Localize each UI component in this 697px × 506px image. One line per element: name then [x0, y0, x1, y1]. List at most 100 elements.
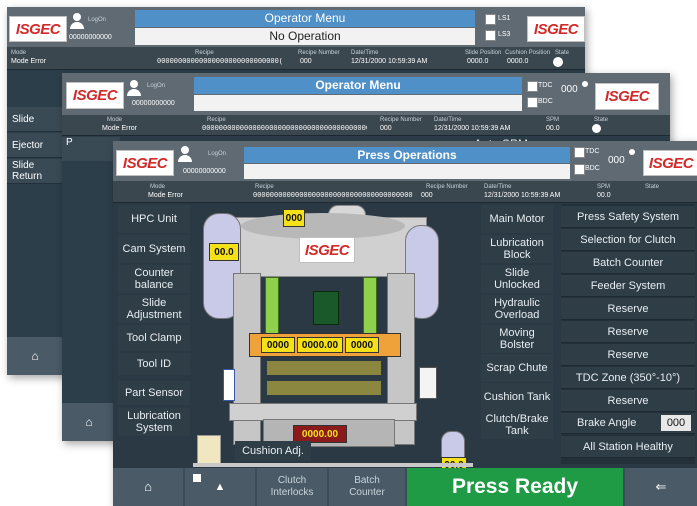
label-scrap-chute[interactable]: Scrap Chute [481, 354, 553, 382]
isgec-logo-right: ISGEC [527, 16, 585, 42]
sidebar-item-slide-return[interactable]: Slide Return [7, 159, 62, 184]
label-moving-bolster[interactable]: Moving Bolster [481, 325, 553, 353]
label-main-motor[interactable]: Main Motor [481, 205, 553, 233]
user-icon-body [178, 155, 192, 162]
label-slide-unlocked[interactable]: Slide Unlocked [481, 265, 553, 293]
label-clutch-brake-tank[interactable]: Clutch/Brake Tank [481, 411, 553, 439]
brake-angle-row: Brake Angle 000 [561, 413, 695, 434]
tdc-indicator [527, 81, 538, 92]
mode-label: Mode [150, 184, 166, 190]
mode-value: Mode Error [11, 58, 47, 65]
press-diagram: ISGEC 000 00.0 0000 0000.00 0000 0000.00… [193, 203, 479, 489]
mode-value: Mode Error [148, 192, 184, 199]
label-hpc-unit[interactable]: HPC Unit [118, 205, 190, 233]
label-slide-adjustment[interactable]: Slide Adjustment [118, 295, 190, 323]
datetime-label: Date/Time [351, 50, 379, 56]
state-label: State [594, 117, 609, 123]
reserve-button-3[interactable]: Reserve [561, 344, 695, 366]
recipe-number-label: Recipe Number [380, 117, 422, 123]
user-icon [181, 146, 189, 154]
logon-link[interactable]: LogOn [88, 17, 106, 24]
datetime-label: Date/Time [434, 117, 462, 123]
cycle-counter: 000 [608, 155, 625, 166]
lube-box [197, 435, 221, 465]
slide-mid-value: 0000.00 [297, 337, 343, 353]
label-tool-clamp[interactable]: Tool Clamp [118, 325, 190, 351]
recipe-number-label: Recipe Number [298, 50, 340, 56]
ls1-indicator [485, 14, 496, 25]
datetime-value: 12/31/2000 10:59:39 AM [484, 192, 561, 199]
operation-status [244, 164, 570, 179]
cushion-adjust-label[interactable]: Cushion Adj. [235, 441, 311, 461]
die-lower [267, 381, 381, 395]
alarm-button[interactable]: ▲ [185, 468, 255, 506]
logon-link[interactable]: LogOn [147, 83, 165, 90]
home-button[interactable]: ⌂ [113, 468, 183, 506]
flywheel [241, 213, 405, 239]
ls1-label: LS1 [498, 15, 511, 22]
label-counter-balance[interactable]: Counter balance [118, 265, 190, 293]
spm-value: 00.0 [546, 125, 560, 132]
alarm-indicator [193, 474, 201, 482]
slide-right-value: 0000 [345, 337, 379, 353]
brake-angle-label: Brake Angle [577, 417, 637, 429]
connecting-rod [313, 291, 339, 325]
recipe-label: Recipe [207, 117, 226, 123]
label-lubrication-system[interactable]: Lubrication System [118, 408, 190, 436]
label-lubrication-block[interactable]: Lubrication Block [481, 235, 553, 263]
label-cushion-tank[interactable]: Cushion Tank [481, 383, 553, 411]
part-sensor-box [223, 369, 235, 401]
sidebar-item-ejector[interactable]: Ejector [7, 133, 62, 158]
back-button[interactable]: ⇐ [625, 468, 697, 506]
mode-label: Mode [107, 117, 123, 123]
recipe-number-value: 000 [300, 58, 312, 65]
operation-status: No Operation [135, 28, 475, 45]
spm-label: SPM [597, 184, 611, 190]
tdc-zone-button[interactable]: TDC Zone (350°-10°) [561, 367, 695, 389]
tdc-label: TDC [538, 82, 553, 89]
sidebar-item-slide[interactable]: Slide [7, 107, 62, 132]
reserve-button-2[interactable]: Reserve [561, 321, 695, 343]
clutch-interlocks-button[interactable]: Clutch Interlocks [257, 468, 327, 506]
home-button[interactable]: ⌂ [7, 337, 63, 375]
logon-link[interactable]: LogOn [208, 151, 226, 158]
sidebar-item-label: Slide [12, 113, 35, 125]
warning-icon: ▲ [214, 481, 226, 493]
datetime-label: Date/Time [484, 184, 512, 190]
label-tool-id[interactable]: Tool ID [118, 353, 190, 375]
recipe-value: 0000000000000000000000000000000000000000… [202, 125, 367, 133]
feeder-system-button[interactable]: Feeder System [561, 275, 695, 297]
slide-position-value: 0000.0 [467, 58, 489, 65]
label-cam-system[interactable]: Cam System [118, 235, 190, 263]
state-globe-icon [553, 57, 563, 67]
press-safety-system-button[interactable]: Press Safety System [561, 206, 695, 228]
label-hydraulic-overload[interactable]: Hydraulic Overload [481, 295, 553, 323]
user-icon-body [70, 22, 84, 29]
home-icon: ⌂ [31, 349, 39, 363]
spm-label: SPM [546, 117, 560, 123]
isgec-logo: ISGEC [116, 150, 174, 176]
datetime-value: 12/31/2000 10:59:39 AM [351, 58, 428, 65]
status-dot [582, 81, 588, 87]
status-dot [629, 149, 635, 155]
window-title: Press Operations [244, 147, 570, 163]
isgec-logo-right: ISGEC [643, 150, 697, 176]
recipe-value: 0000000000000000000000000000000000000000… [253, 192, 413, 200]
reserve-button-4[interactable]: Reserve [561, 390, 695, 412]
batch-counter-button[interactable]: Batch Counter [561, 252, 695, 274]
press-isgec-logo: ISGEC [299, 237, 355, 263]
sidebar-item-label: Slide Return [12, 160, 43, 182]
mode-label: Mode [11, 50, 27, 56]
mode-value: Mode Error [102, 125, 138, 132]
slide-left-value: 0000 [261, 337, 295, 353]
batch-counter-nav-button[interactable]: Batch Counter [329, 468, 405, 506]
label-part-sensor[interactable]: Part Sensor [118, 381, 190, 405]
isgec-logo: ISGEC [66, 82, 124, 109]
home-button[interactable]: ⌂ [62, 403, 116, 441]
bottom-nav: ⌂ ▲ Clutch Interlocks Batch Counter Pres… [113, 468, 697, 506]
cushion-position-value: 0000.0 [507, 58, 529, 65]
tdc-label: TDC [585, 148, 600, 155]
reserve-button-1[interactable]: Reserve [561, 298, 695, 320]
selection-for-clutch-button[interactable]: Selection for Clutch [561, 229, 695, 251]
datetime-value: 12/31/2000 10:59:39 AM [434, 125, 511, 132]
